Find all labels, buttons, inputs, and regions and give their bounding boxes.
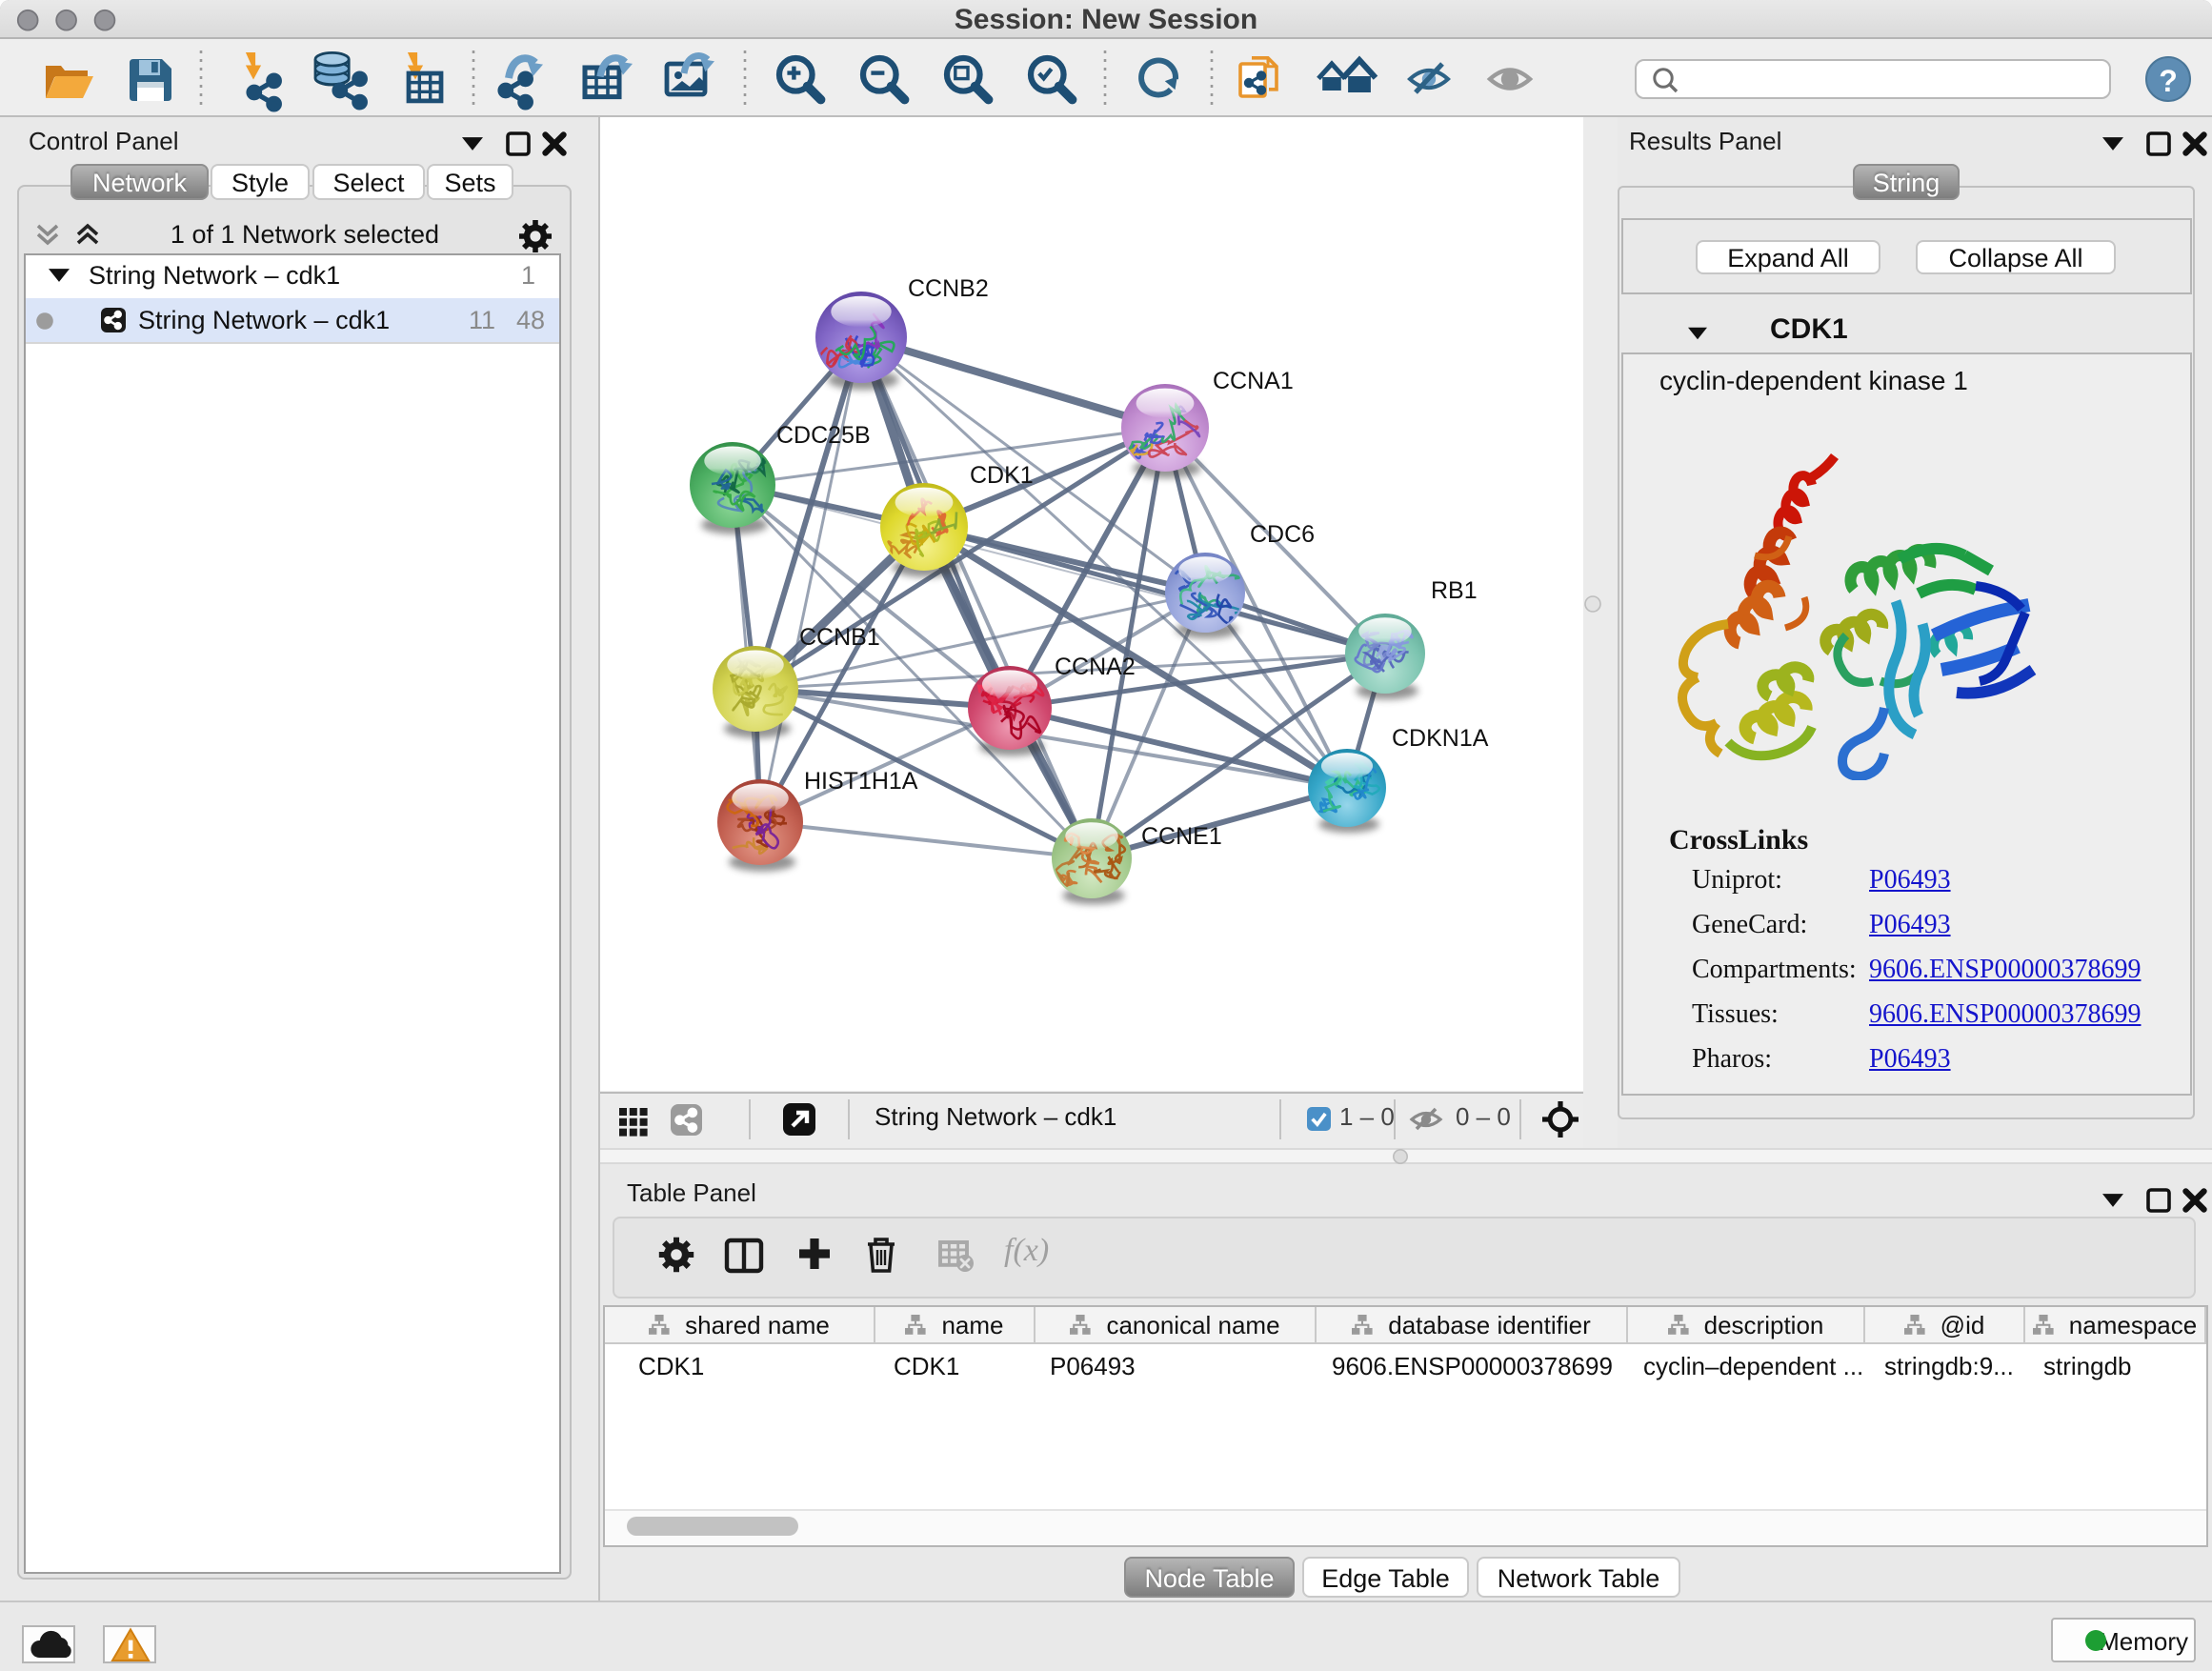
svg-text:CDKN1A: CDKN1A [1392, 725, 1489, 752]
svg-text:CCNA1: CCNA1 [1213, 368, 1294, 394]
svg-text:CCNB2: CCNB2 [908, 275, 989, 302]
svg-text:CCNA2: CCNA2 [1055, 654, 1136, 680]
svg-text:CDC25B: CDC25B [776, 422, 871, 449]
svg-text:RB1: RB1 [1431, 577, 1478, 604]
svg-text:CDC6: CDC6 [1250, 521, 1315, 548]
svg-text:CCNE1: CCNE1 [1141, 823, 1222, 850]
svg-text:CCNB1: CCNB1 [799, 624, 880, 651]
svg-text:HIST1H1A: HIST1H1A [804, 768, 918, 795]
svg-text:CDK1: CDK1 [970, 462, 1034, 489]
